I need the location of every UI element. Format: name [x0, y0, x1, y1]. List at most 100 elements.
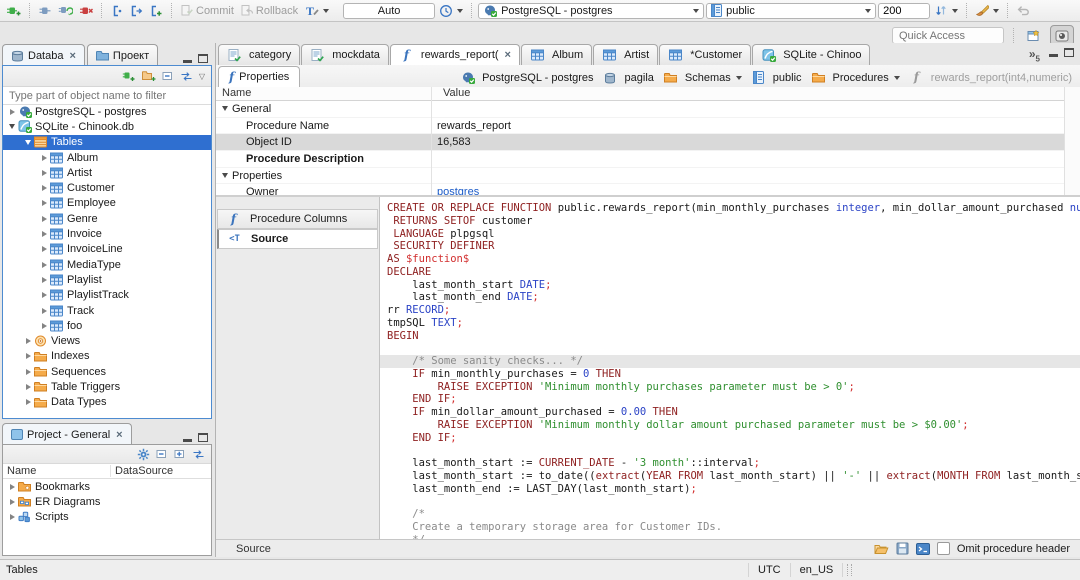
tree-item-tables[interactable]: Tables	[3, 134, 211, 150]
collapse-arrow-icon[interactable]	[7, 124, 17, 129]
tree-item-data-types[interactable]: Data Types	[3, 395, 211, 410]
grid-column-name[interactable]: Name	[216, 87, 437, 100]
rollback-button[interactable]: Rollback	[238, 3, 300, 18]
grid-scrollbar[interactable]	[1064, 87, 1080, 195]
disconnect-icon[interactable]	[77, 3, 95, 19]
maximize-icon[interactable]	[1064, 45, 1074, 57]
maximize-icon[interactable]	[198, 430, 208, 442]
code-line[interactable]	[380, 445, 1080, 458]
property-row-general[interactable]: General	[216, 101, 1080, 118]
tree-item-invoice[interactable]: Invoice	[3, 226, 211, 241]
code-line[interactable]: DECLARE	[380, 266, 1080, 279]
new-connection-icon[interactable]	[122, 70, 136, 83]
expand-arrow-icon[interactable]	[39, 262, 49, 268]
code-line[interactable]: RETURNS SETOF customer	[380, 215, 1080, 228]
tree-item-track[interactable]: Track	[3, 303, 211, 318]
minimize-icon[interactable]	[1049, 45, 1058, 57]
new-connection-icon[interactable]	[4, 3, 23, 19]
tree-item-invoiceline[interactable]: InvoiceLine	[3, 242, 211, 257]
editor-tab-customer[interactable]: *Customer	[659, 44, 752, 65]
expand-arrow-icon[interactable]	[7, 514, 17, 520]
status-timezone[interactable]: UTC	[748, 563, 791, 577]
property-row-procedure-name[interactable]: Procedure Name rewards_report	[216, 118, 1080, 135]
tab-properties[interactable]: f Properties	[218, 66, 301, 87]
project-item-bookmarks[interactable]: Bookmarks	[3, 479, 211, 494]
tree-item-artist[interactable]: Artist	[3, 165, 211, 180]
editor-tab-album[interactable]: Album	[520, 44, 593, 65]
expand-arrow-icon[interactable]	[7, 109, 17, 115]
tree-item-playlisttrack[interactable]: PlaylistTrack	[3, 288, 211, 303]
editor-tab-rewards-report[interactable]: f rewards_report(×	[389, 44, 520, 66]
open-file-icon[interactable]	[874, 543, 889, 555]
code-line[interactable]: BEGIN	[380, 330, 1080, 343]
code-line[interactable]: last_month_start DATE;	[380, 279, 1080, 292]
breadcrumb-postgresql-postgres[interactable]: PostgreSQL - postgres	[460, 71, 594, 84]
code-line[interactable]: END IF;	[380, 432, 1080, 445]
tree-item-album[interactable]: Album	[3, 150, 211, 165]
tab-database-navigator[interactable]: Databa ×	[2, 44, 85, 66]
expand-arrow-icon[interactable]	[39, 185, 49, 191]
tree-item-views[interactable]: Views	[3, 333, 211, 348]
expand-arrow-icon[interactable]	[7, 499, 17, 505]
expand-arrow-icon[interactable]	[39, 292, 49, 298]
code-line[interactable]: END IF;	[380, 393, 1080, 406]
collapse-all-icon[interactable]	[156, 448, 168, 460]
breadcrumb-procedures[interactable]: Procedures	[811, 72, 900, 84]
column-name[interactable]: Name	[3, 465, 111, 477]
property-row-procedure-description[interactable]: Procedure Description	[216, 151, 1080, 168]
txn-mode-select[interactable]: Auto	[343, 2, 436, 19]
code-line[interactable]: last_month_start := CURRENT_DATE - '3 mo…	[380, 457, 1080, 470]
code-line[interactable]: SECURITY DEFINER	[380, 240, 1080, 253]
object-filter-input[interactable]	[3, 88, 211, 103]
code-line[interactable]: last_month_end DATE;	[380, 291, 1080, 304]
tree-item-mediatype[interactable]: MediaType	[3, 257, 211, 272]
tree-item-indexes[interactable]: Indexes	[3, 349, 211, 364]
open-sql-script-icon[interactable]	[127, 3, 145, 19]
code-line[interactable]: last_month_start := to_date((extract(YEA…	[380, 470, 1080, 483]
group-collapse-icon[interactable]	[222, 173, 228, 179]
close-tab-icon[interactable]: ×	[505, 49, 511, 61]
connect-icon[interactable]	[36, 3, 54, 19]
settings-gear-icon[interactable]	[137, 448, 150, 461]
save-icon[interactable]	[896, 542, 909, 555]
tree-item-sequences[interactable]: Sequences	[3, 364, 211, 379]
tab-projects[interactable]: Проект	[86, 44, 159, 66]
source-code-editor[interactable]: CREATE OR REPLACE FUNCTION public.reward…	[380, 197, 1080, 540]
tree-item-foo[interactable]: foo	[3, 318, 211, 333]
code-line[interactable]: RAISE EXCEPTION 'Minimum monthly dollar …	[380, 419, 1080, 432]
new-folder-icon[interactable]	[141, 70, 156, 82]
expand-arrow-icon[interactable]	[23, 353, 33, 359]
tree-item-genre[interactable]: Genre	[3, 211, 211, 226]
close-icon[interactable]: ×	[69, 50, 75, 62]
code-line[interactable]: Create a temporary storage area for Cust…	[380, 521, 1080, 534]
omit-header-checkbox[interactable]	[936, 542, 950, 555]
group-collapse-icon[interactable]	[222, 106, 228, 112]
reconnect-icon[interactable]	[56, 3, 75, 19]
minimize-icon[interactable]	[183, 430, 192, 442]
project-item-er-diagrams[interactable]: ER Diagrams	[3, 494, 211, 509]
code-line[interactable]: rr RECORD;	[380, 304, 1080, 317]
property-row-properties[interactable]: Properties	[216, 168, 1080, 185]
code-line[interactable]: tmpSQL TEXT;	[380, 317, 1080, 330]
tree-item-table-triggers[interactable]: Table Triggers	[3, 379, 211, 394]
expand-arrow-icon[interactable]	[39, 170, 49, 176]
expand-arrow-icon[interactable]	[23, 384, 33, 390]
maximize-icon[interactable]	[198, 51, 208, 63]
view-menu-icon[interactable]: ▽	[199, 72, 205, 81]
expand-arrow-icon[interactable]	[39, 155, 49, 161]
section-source[interactable]: <T Source	[217, 229, 378, 249]
code-line[interactable]: AS $function$	[380, 253, 1080, 266]
link-with-editor-icon[interactable]	[192, 449, 205, 460]
sql-editor-icon[interactable]	[108, 3, 125, 19]
expand-arrow-icon[interactable]	[23, 399, 33, 405]
expand-arrow-icon[interactable]	[39, 216, 49, 222]
tab-project-general[interactable]: Project - General ×	[2, 423, 132, 445]
editor-tab-sqlite-chinoo[interactable]: SQLite - Chinoo	[752, 44, 871, 65]
quick-access-input[interactable]	[892, 27, 1004, 44]
code-line[interactable]: IF min_monthly_purchases = 0 THEN	[380, 368, 1080, 381]
tab-overflow[interactable]: »5	[1025, 47, 1040, 63]
expand-all-icon[interactable]	[174, 448, 186, 460]
expand-arrow-icon[interactable]	[39, 231, 49, 237]
owner-link[interactable]: postgres	[437, 186, 479, 195]
code-line[interactable]	[380, 342, 1080, 355]
